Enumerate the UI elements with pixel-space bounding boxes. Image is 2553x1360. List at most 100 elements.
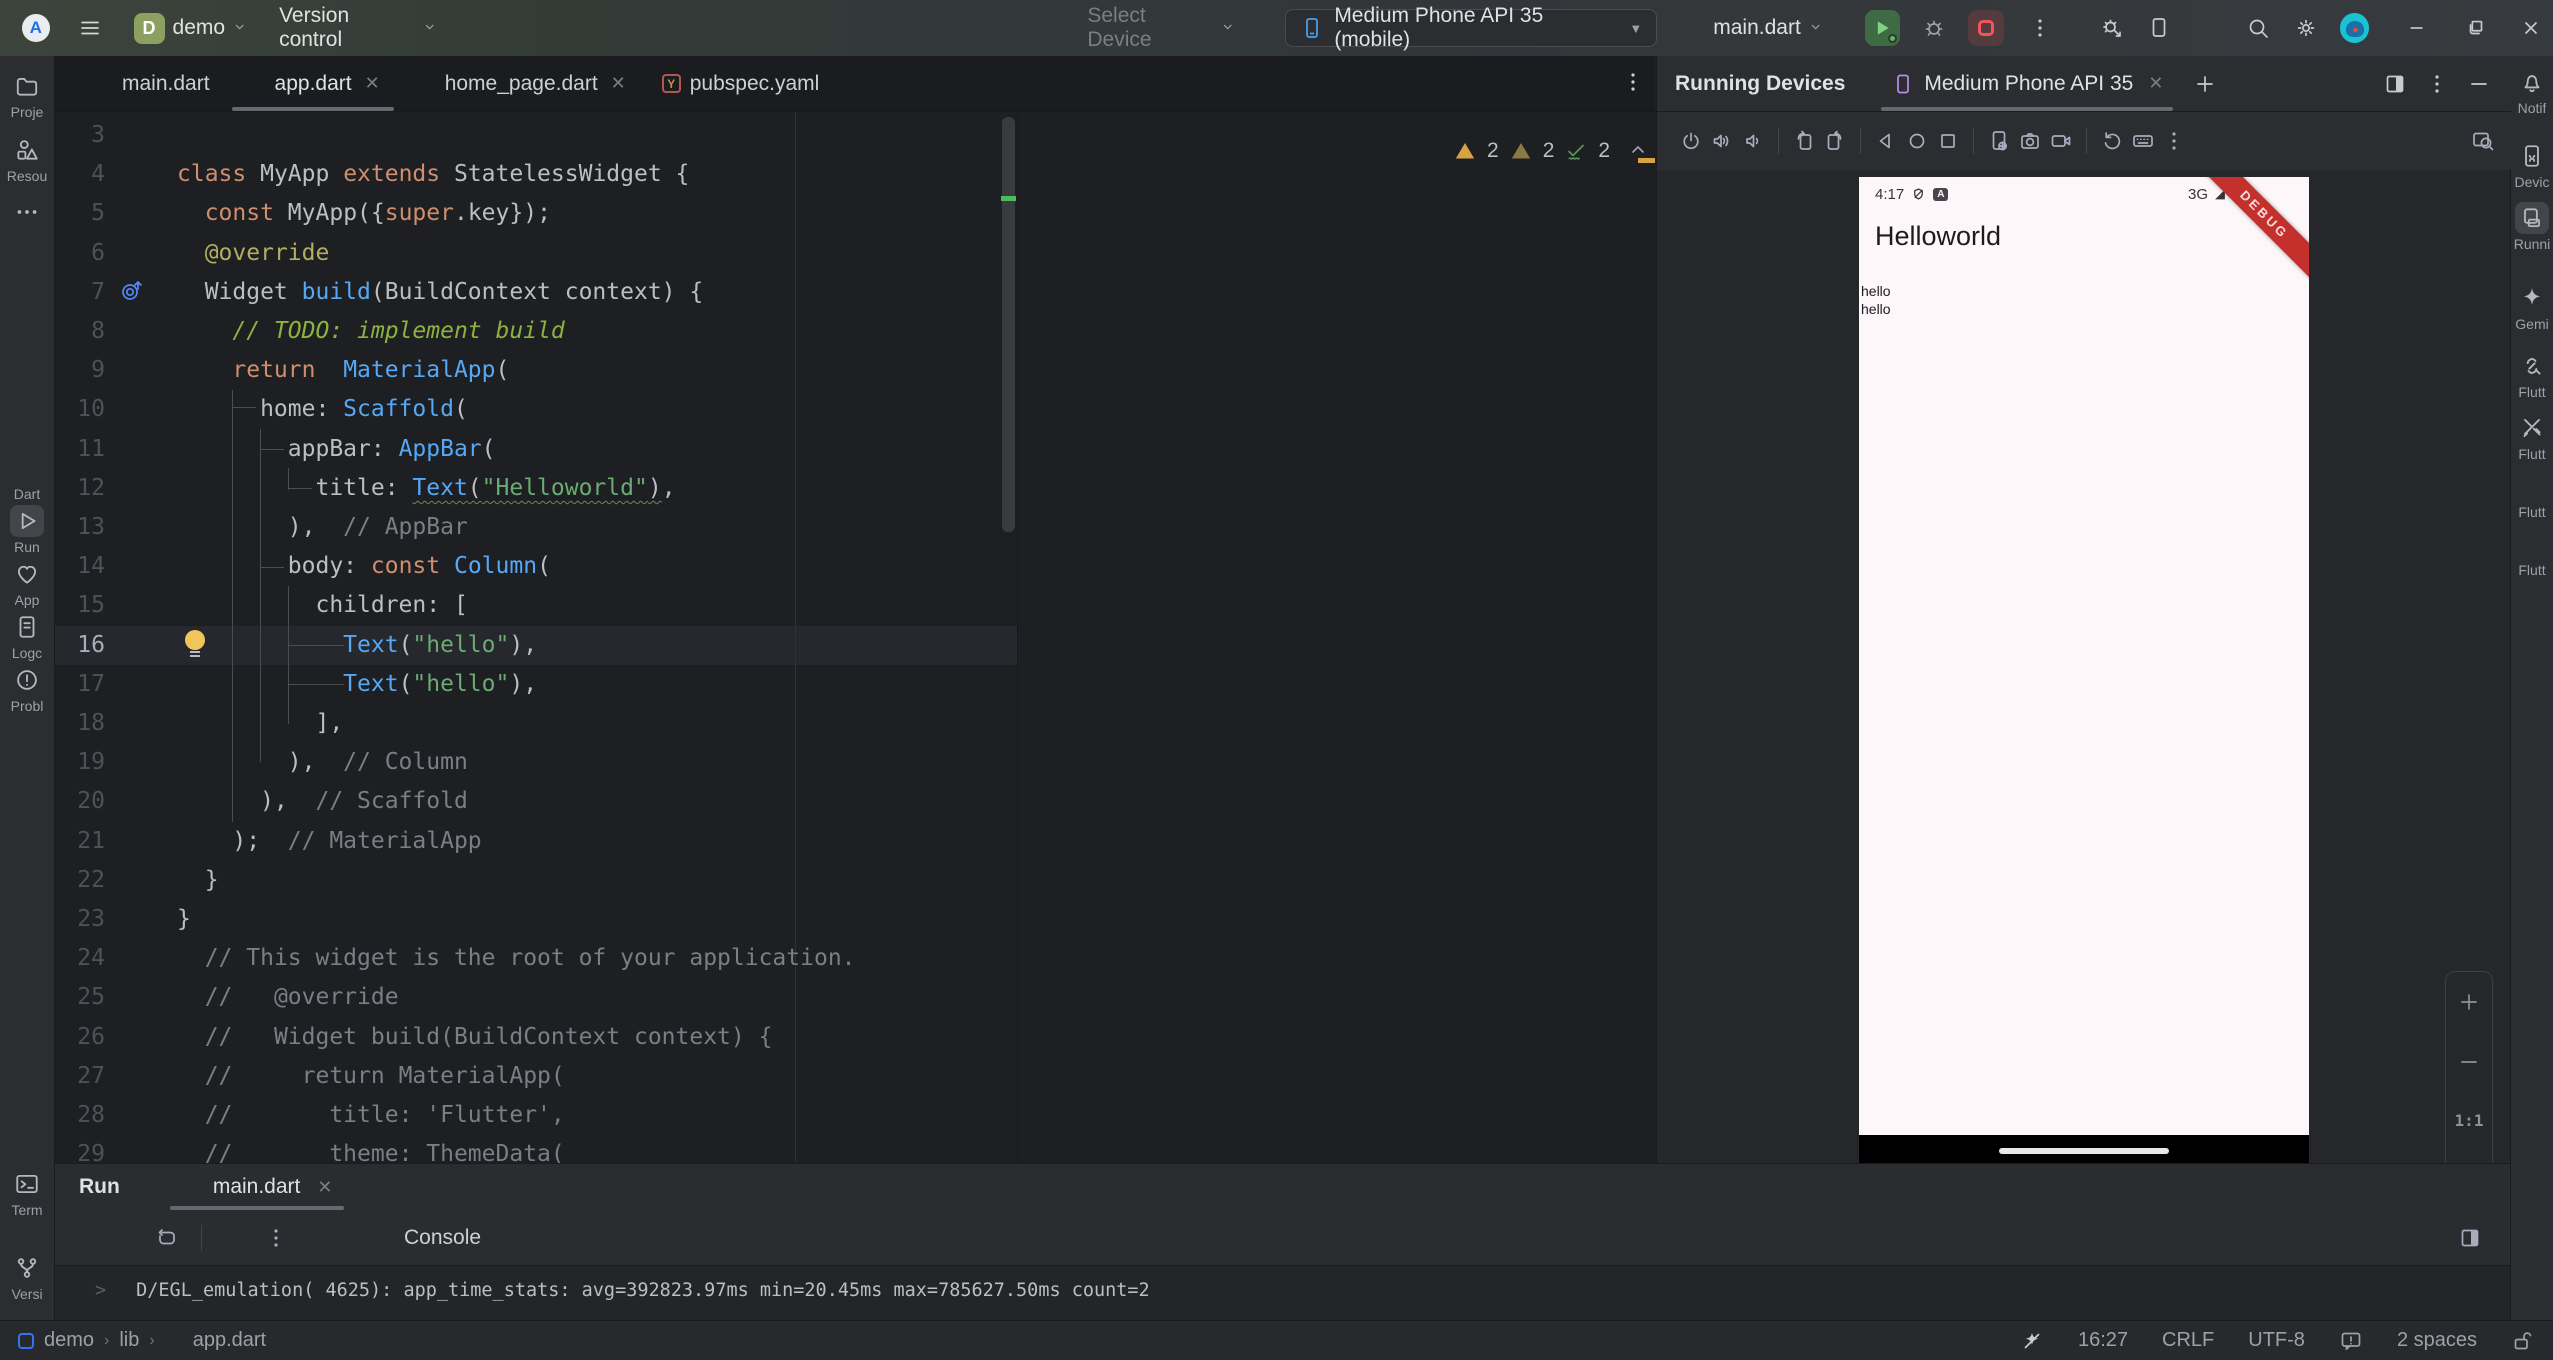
hide-panel-icon[interactable] bbox=[2467, 72, 2491, 96]
flutter-device-icon[interactable] bbox=[2148, 16, 2172, 40]
line-number[interactable]: 15 bbox=[55, 586, 105, 625]
device-overview-button[interactable] bbox=[1936, 129, 1960, 153]
window-maximize-button[interactable] bbox=[2454, 6, 2497, 50]
stripe-item-resource-manager[interactable]: Resou bbox=[0, 134, 54, 184]
stripe-item-device-manager[interactable]: Devic bbox=[2511, 140, 2553, 190]
restore-layout-icon[interactable] bbox=[2458, 1226, 2482, 1250]
avatar[interactable] bbox=[2340, 13, 2370, 43]
device-camera-button[interactable] bbox=[2018, 129, 2042, 153]
line-number[interactable]: 21 bbox=[55, 822, 105, 861]
line-number[interactable]: 22 bbox=[55, 861, 105, 900]
phone-display[interactable]: 4:17 A 3G DEBUG Helloworld hello hello bbox=[1859, 177, 2309, 1135]
panel-layout-icon[interactable] bbox=[2383, 72, 2407, 96]
stripe-item-running-devices[interactable]: Runni bbox=[2511, 202, 2553, 252]
close-run-tab-icon[interactable]: ✕ bbox=[317, 1177, 332, 1198]
line-number[interactable]: 14 bbox=[55, 547, 105, 586]
device-tab[interactable]: Medium Phone API 35 ✕ bbox=[1881, 56, 2173, 111]
line-number[interactable]: 10 bbox=[55, 390, 105, 429]
device-zoom-mode-icon[interactable] bbox=[2471, 129, 2495, 153]
stripe-item-dart-analysis[interactable]: Dart bbox=[0, 452, 54, 502]
device-restart-button[interactable] bbox=[2100, 129, 2124, 153]
stripe-item-flutter-performance[interactable]: Flutt bbox=[2511, 470, 2553, 520]
breadcrumb-item[interactable]: demo bbox=[44, 1329, 94, 1352]
ai-assistant-disabled-icon[interactable] bbox=[2020, 1329, 2044, 1353]
device-dev-set-button[interactable] bbox=[1987, 129, 2011, 153]
zoom-reset-button[interactable]: 1:1 bbox=[2455, 1111, 2484, 1130]
hot-restart-button[interactable] bbox=[155, 1226, 179, 1250]
run-button[interactable] bbox=[1865, 10, 1900, 46]
line-number[interactable]: 19 bbox=[55, 743, 105, 782]
breadcrumb-item[interactable]: lib bbox=[119, 1329, 139, 1352]
line-number[interactable]: 25 bbox=[55, 978, 105, 1017]
stop-button[interactable] bbox=[1968, 10, 2003, 46]
line-number[interactable]: 3 bbox=[55, 116, 105, 155]
gesture-pill[interactable] bbox=[1999, 1148, 2169, 1154]
zoom-out-button[interactable] bbox=[2457, 1050, 2481, 1074]
prev-problem-icon[interactable] bbox=[1628, 139, 1652, 163]
device-keyboard-button[interactable] bbox=[2131, 129, 2155, 153]
vcs-widget[interactable]: Version control bbox=[279, 4, 439, 52]
line-number[interactable]: 18 bbox=[55, 704, 105, 743]
stripe-item-notifications[interactable]: Notif bbox=[2511, 66, 2553, 116]
console-options-icon[interactable] bbox=[264, 1226, 288, 1250]
stripe-item-terminal[interactable]: Term bbox=[0, 1168, 54, 1218]
device-rot-l-button[interactable] bbox=[1792, 129, 1816, 153]
line-number[interactable]: 6 bbox=[55, 234, 105, 273]
window-minimize-button[interactable] bbox=[2395, 6, 2438, 50]
editor-tab-home_page.dart[interactable]: home_page.dart✕ bbox=[398, 56, 644, 111]
device-vol-down-button[interactable] bbox=[1741, 129, 1765, 153]
line-number[interactable]: 7 bbox=[55, 273, 105, 312]
tab-list-icon[interactable] bbox=[1621, 70, 1645, 94]
main-menu-icon[interactable] bbox=[78, 16, 102, 40]
search-everywhere-icon[interactable] bbox=[2246, 16, 2270, 40]
breadcrumb-item[interactable]: app.dart bbox=[193, 1329, 266, 1352]
line-number[interactable]: 27 bbox=[55, 1057, 105, 1096]
line-number[interactable]: 4 bbox=[55, 155, 105, 194]
editor-tab-pubspec.yaml[interactable]: Ypubspec.yaml bbox=[644, 56, 838, 111]
stripe-item-problems[interactable]: Probl bbox=[0, 664, 54, 714]
settings-icon[interactable] bbox=[2294, 16, 2318, 40]
console-fold-chevron[interactable]: > bbox=[95, 1280, 106, 1301]
debug-button[interactable] bbox=[1922, 16, 1946, 40]
stripe-item-run[interactable]: Run bbox=[0, 505, 54, 555]
close-tab-icon[interactable]: ✕ bbox=[365, 73, 380, 94]
editor-scrollbar[interactable] bbox=[1002, 117, 1015, 532]
line-number[interactable]: 12 bbox=[55, 469, 105, 508]
run-more-actions-icon[interactable] bbox=[2028, 16, 2052, 40]
hot-reload-icon[interactable] bbox=[2196, 16, 2220, 40]
line-number[interactable]: 17 bbox=[55, 665, 105, 704]
run-tab[interactable]: main.dart ✕ bbox=[168, 1164, 347, 1210]
stripe-item-version-control[interactable]: Versi bbox=[0, 1252, 54, 1302]
error-stripe-mark-green[interactable] bbox=[1001, 196, 1016, 201]
stripe-item-more-tools[interactable] bbox=[0, 196, 54, 228]
stripe-item-app-quality-insights[interactable]: App bbox=[0, 558, 54, 608]
editor-tab-main.dart[interactable]: main.dart bbox=[75, 56, 228, 111]
add-device-icon[interactable] bbox=[2193, 72, 2217, 96]
zoom-in-button[interactable] bbox=[2457, 990, 2481, 1014]
console-output[interactable]: > D/EGL_emulation( 4625): app_time_stats… bbox=[95, 1280, 1150, 1301]
stripe-item-gemini[interactable]: Gemi bbox=[2511, 282, 2553, 332]
device-vol-up-button[interactable] bbox=[1710, 129, 1734, 153]
line-number[interactable]: 24 bbox=[55, 939, 105, 978]
line-separator[interactable]: CRLF bbox=[2162, 1329, 2214, 1352]
file-encoding[interactable]: UTF-8 bbox=[2248, 1329, 2305, 1352]
device-power-button[interactable] bbox=[1679, 129, 1703, 153]
line-number[interactable]: 23 bbox=[55, 900, 105, 939]
close-device-tab-icon[interactable]: ✕ bbox=[2148, 73, 2163, 94]
project-widget[interactable]: D demo bbox=[134, 13, 250, 44]
device-back-button[interactable] bbox=[1874, 129, 1898, 153]
device-selector[interactable]: Medium Phone API 35 (mobile) ▼ bbox=[1285, 9, 1657, 47]
line-number[interactable]: 11 bbox=[55, 430, 105, 469]
hot-reload-button[interactable] bbox=[115, 1226, 139, 1250]
line-number[interactable]: 5 bbox=[55, 194, 105, 233]
breadcrumb[interactable]: demo›lib›app.dart bbox=[18, 1329, 266, 1352]
panel-options-icon[interactable] bbox=[2425, 72, 2449, 96]
select-device-dropdown[interactable]: Select Device bbox=[1087, 4, 1237, 52]
line-number[interactable]: 8 bbox=[55, 312, 105, 351]
line-number[interactable]: 29 bbox=[55, 1135, 105, 1163]
console-tab[interactable]: Console bbox=[404, 1226, 481, 1250]
window-close-button[interactable] bbox=[2510, 6, 2553, 50]
inspections-status-icon[interactable] bbox=[2339, 1329, 2363, 1353]
file-writable-icon[interactable] bbox=[2511, 1329, 2535, 1353]
line-number[interactable]: 13 bbox=[55, 508, 105, 547]
